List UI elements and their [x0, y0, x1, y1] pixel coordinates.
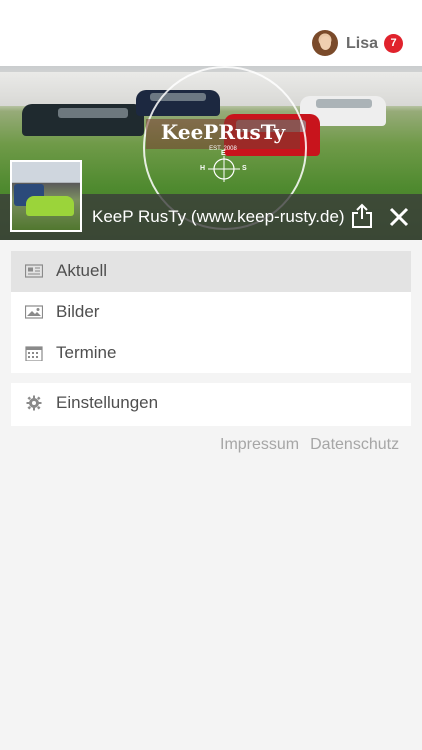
image-icon [24, 304, 44, 320]
top-bar: Lisa 7 [0, 0, 422, 66]
menu-item-label: Bilder [56, 302, 100, 321]
page-title: KeeP RusTy (www.keep-rusty.de) [92, 207, 345, 226]
hero-car-black-wagon [22, 104, 144, 136]
footer-links: Impressum Datenschutz [220, 436, 399, 454]
thumbnail-green-car [26, 196, 74, 216]
menu-item-bilder[interactable]: Bilder [11, 292, 411, 333]
user-avatar[interactable] [312, 30, 338, 56]
compass-letter-n: E [221, 150, 226, 157]
compass-letter-w: H [200, 165, 206, 172]
menu-item-einstellungen[interactable]: Einstellungen [11, 383, 411, 424]
menu-item-label: Termine [56, 343, 117, 362]
main-menu: Aktuell Bilder Termine [11, 251, 411, 373]
page-thumbnail[interactable] [10, 160, 82, 232]
user-name[interactable]: Lisa [346, 35, 378, 53]
newspaper-icon [24, 263, 44, 279]
gear-icon [25, 395, 43, 411]
menu-item-termine[interactable]: Termine [11, 333, 411, 374]
close-icon[interactable] [388, 206, 410, 228]
menu-item-aktuell[interactable]: Aktuell [11, 251, 411, 292]
menu-item-label: Einstellungen [56, 393, 159, 412]
settings-menu: Einstellungen [11, 383, 411, 426]
compass-letter-e: S [242, 165, 247, 172]
compass-icon: E H S [196, 150, 252, 182]
avatar-face [320, 36, 331, 50]
calendar-icon [25, 345, 43, 362]
menu-item-label: Aktuell [56, 261, 108, 280]
notification-badge[interactable]: 7 [384, 34, 403, 53]
logo-text: KeePRusTy [160, 120, 286, 144]
share-icon[interactable] [350, 203, 374, 229]
impressum-link[interactable]: Impressum [220, 436, 299, 453]
datenschutz-link[interactable]: Datenschutz [310, 436, 399, 453]
